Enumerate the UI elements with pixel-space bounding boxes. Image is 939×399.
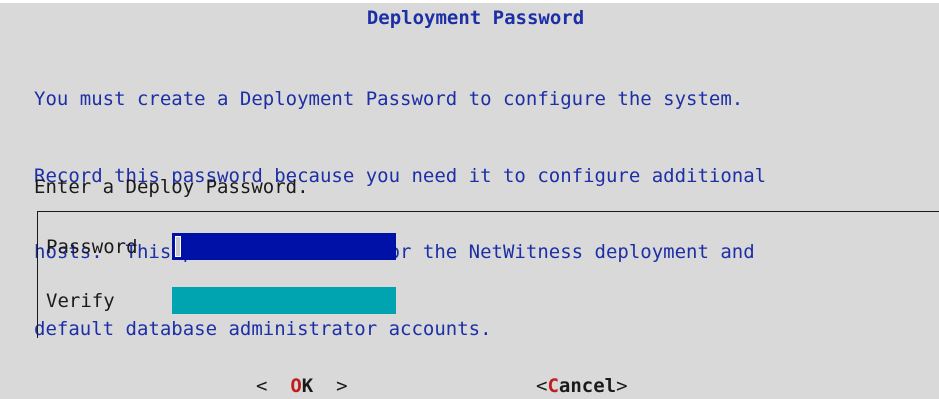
ok-button-hotkey: O xyxy=(290,375,302,397)
ok-button-right-bracket: > xyxy=(313,375,348,397)
verify-field[interactable] xyxy=(172,287,396,314)
cancel-button-left-bracket: < xyxy=(536,375,548,397)
cancel-button-hotkey: C xyxy=(547,375,559,397)
password-field[interactable] xyxy=(172,233,396,260)
ok-button-label-rest: K xyxy=(301,375,314,397)
text-cursor xyxy=(175,236,181,257)
cancel-button-label-rest: ancel xyxy=(558,375,617,397)
ok-button[interactable]: < OK > xyxy=(256,375,348,397)
password-label: Password xyxy=(46,236,138,258)
ok-button-left-bracket: < xyxy=(256,375,291,397)
password-form-box: Password Verify xyxy=(36,211,939,338)
cancel-button-right-bracket: > xyxy=(616,375,628,397)
message-line: You must create a Deployment Password to… xyxy=(34,88,744,110)
cancel-button[interactable]: <Cancel> xyxy=(536,375,628,397)
dialog-title: Deployment Password xyxy=(366,7,585,29)
prompt-text: Enter a Deploy Password. xyxy=(34,176,309,198)
deployment-password-dialog: Deployment Password You must create a De… xyxy=(0,3,939,399)
verify-label: Verify xyxy=(46,290,115,312)
